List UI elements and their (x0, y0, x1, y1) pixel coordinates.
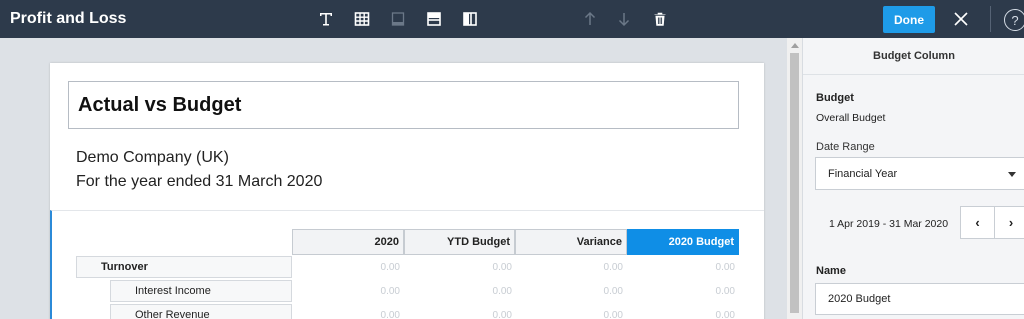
date-range-select[interactable]: Financial Year (815, 157, 1024, 190)
chevron-down-icon (1008, 172, 1016, 177)
table-cell: 0.00 (380, 309, 400, 319)
name-field[interactable]: 2020 Budget (815, 283, 1024, 315)
row-label-other-revenue[interactable]: Other Revenue (110, 304, 292, 319)
split-horizontal-icon[interactable] (424, 9, 444, 29)
table-cell: 0.00 (380, 285, 400, 297)
report-canvas: Actual vs Budget Demo Company (UK) For t… (0, 38, 787, 319)
report-title: Actual vs Budget (78, 94, 242, 116)
scrollbar[interactable] (787, 38, 802, 319)
settings-panel: Budget Column Budget Overall Budget Date… (802, 38, 1024, 319)
footer-icon (388, 9, 408, 29)
table-cell: 0.00 (380, 261, 400, 273)
table-cell: 0.00 (492, 309, 512, 319)
next-period-button[interactable]: › (993, 207, 1024, 238)
table-cell: 0.00 (715, 261, 735, 273)
report-card: Actual vs Budget Demo Company (UK) For t… (50, 63, 764, 319)
arrow-down-icon (614, 9, 634, 29)
name-value: 2020 Budget (828, 293, 891, 305)
date-nav: ‹ › (960, 206, 1024, 239)
scroll-up-icon[interactable] (791, 43, 799, 48)
table-cell: 0.00 (492, 285, 512, 297)
budget-value: Overall Budget (816, 112, 886, 124)
company-name: Demo Company (UK) (76, 149, 229, 166)
table-cell: 0.00 (603, 285, 623, 297)
table-cell: 0.00 (603, 309, 623, 319)
panel-title: Budget Column (803, 38, 1024, 75)
row-label-turnover[interactable]: Turnover (76, 256, 292, 278)
divider (990, 6, 991, 32)
trash-icon[interactable] (650, 9, 670, 29)
close-icon[interactable] (951, 9, 971, 29)
text-icon[interactable] (316, 9, 336, 29)
column-header-2020-budget[interactable]: 2020 Budget (627, 229, 739, 255)
report-period: For the year ended 31 March 2020 (76, 173, 323, 190)
table-icon[interactable] (352, 9, 372, 29)
help-button[interactable]: ? (1004, 9, 1024, 31)
title-block[interactable]: Actual vs Budget (68, 81, 739, 129)
column-header-ytd-budget[interactable]: YTD Budget (404, 229, 515, 255)
table-cell: 0.00 (715, 309, 735, 319)
split-vertical-icon[interactable] (460, 9, 480, 29)
table-cell: 0.00 (492, 261, 512, 273)
name-label: Name (816, 265, 846, 277)
date-range-value: Financial Year (828, 167, 898, 180)
column-header-2020[interactable]: 2020 (292, 229, 404, 255)
date-range-label: Date Range (816, 141, 875, 153)
scroll-thumb[interactable] (790, 53, 799, 313)
app-title: Profit and Loss (10, 10, 127, 27)
column-header-variance[interactable]: Variance (515, 229, 627, 255)
arrow-up-icon (580, 9, 600, 29)
previous-period-button[interactable]: ‹ (961, 207, 994, 238)
done-button[interactable]: Done (883, 6, 935, 33)
table-cell: 0.00 (715, 285, 735, 297)
row-label-interest-income[interactable]: Interest Income (110, 280, 292, 302)
table-cell: 0.00 (603, 261, 623, 273)
date-range-text: 1 Apr 2019 - 31 Mar 2020 (829, 218, 949, 230)
top-bar: Profit and Loss Done ? (0, 0, 1024, 38)
budget-label: Budget (816, 92, 854, 104)
